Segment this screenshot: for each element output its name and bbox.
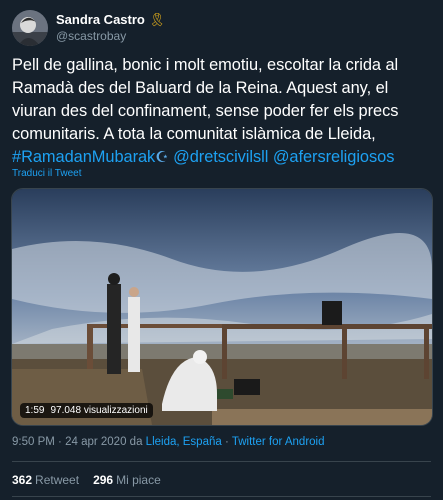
video-duration: 1:59 bbox=[25, 405, 45, 416]
mention-link[interactable]: @afersreligiosos bbox=[273, 148, 395, 166]
hashtag-link[interactable]: #RamadanMubarak bbox=[12, 148, 155, 166]
tweet-stats: 362 Retweet 296 Mi piace bbox=[12, 473, 161, 487]
translate-tweet-link[interactable]: Traduci il Tweet bbox=[12, 168, 81, 179]
divider bbox=[12, 496, 431, 497]
video-player[interactable]: 1:59 97.048 visualizzazioni bbox=[11, 188, 433, 426]
divider bbox=[12, 461, 431, 462]
tweet-meta: 9:50 PM · 24 apr 2020 da Lleida, España … bbox=[12, 436, 325, 448]
tweet-body: Pell de gallina, bonic i molt emotiu, es… bbox=[12, 56, 399, 143]
retweets-label: Retweet bbox=[35, 473, 80, 487]
crescent-moon-icon: ☪ bbox=[155, 149, 169, 166]
likes-label: Mi piace bbox=[116, 473, 161, 487]
retweets-stat[interactable]: 362 Retweet bbox=[12, 473, 79, 487]
client-link[interactable]: Twitter for Android bbox=[232, 436, 325, 448]
display-name[interactable]: Sandra Castro bbox=[56, 11, 145, 28]
likes-count: 296 bbox=[93, 473, 114, 487]
meta-separator: · bbox=[224, 436, 229, 448]
yellow-ribbon-icon: 🎗 bbox=[148, 12, 166, 27]
from-word: da bbox=[129, 436, 143, 448]
location-link[interactable]: Lleida, España bbox=[146, 436, 222, 448]
tweet-header: Sandra Castro 🎗 @scastrobay bbox=[12, 8, 165, 48]
mention-link[interactable]: @dretscivilsll bbox=[173, 148, 268, 166]
video-thumbnail bbox=[12, 189, 432, 425]
avatar-image bbox=[12, 10, 48, 46]
user-handle[interactable]: @scastrobay bbox=[56, 28, 165, 45]
retweets-count: 362 bbox=[12, 473, 33, 487]
tweet-text: Pell de gallina, bonic i molt emotiu, es… bbox=[12, 54, 432, 169]
video-stats-badge: 1:59 97.048 visualizzazioni bbox=[20, 403, 153, 418]
video-views: 97.048 visualizzazioni bbox=[50, 405, 148, 416]
likes-stat[interactable]: 296 Mi piace bbox=[93, 473, 161, 487]
tweet-date[interactable]: 24 apr 2020 bbox=[65, 436, 126, 448]
meta-separator: · bbox=[58, 436, 62, 448]
avatar[interactable] bbox=[12, 10, 48, 46]
tweet-time[interactable]: 9:50 PM bbox=[12, 436, 55, 448]
